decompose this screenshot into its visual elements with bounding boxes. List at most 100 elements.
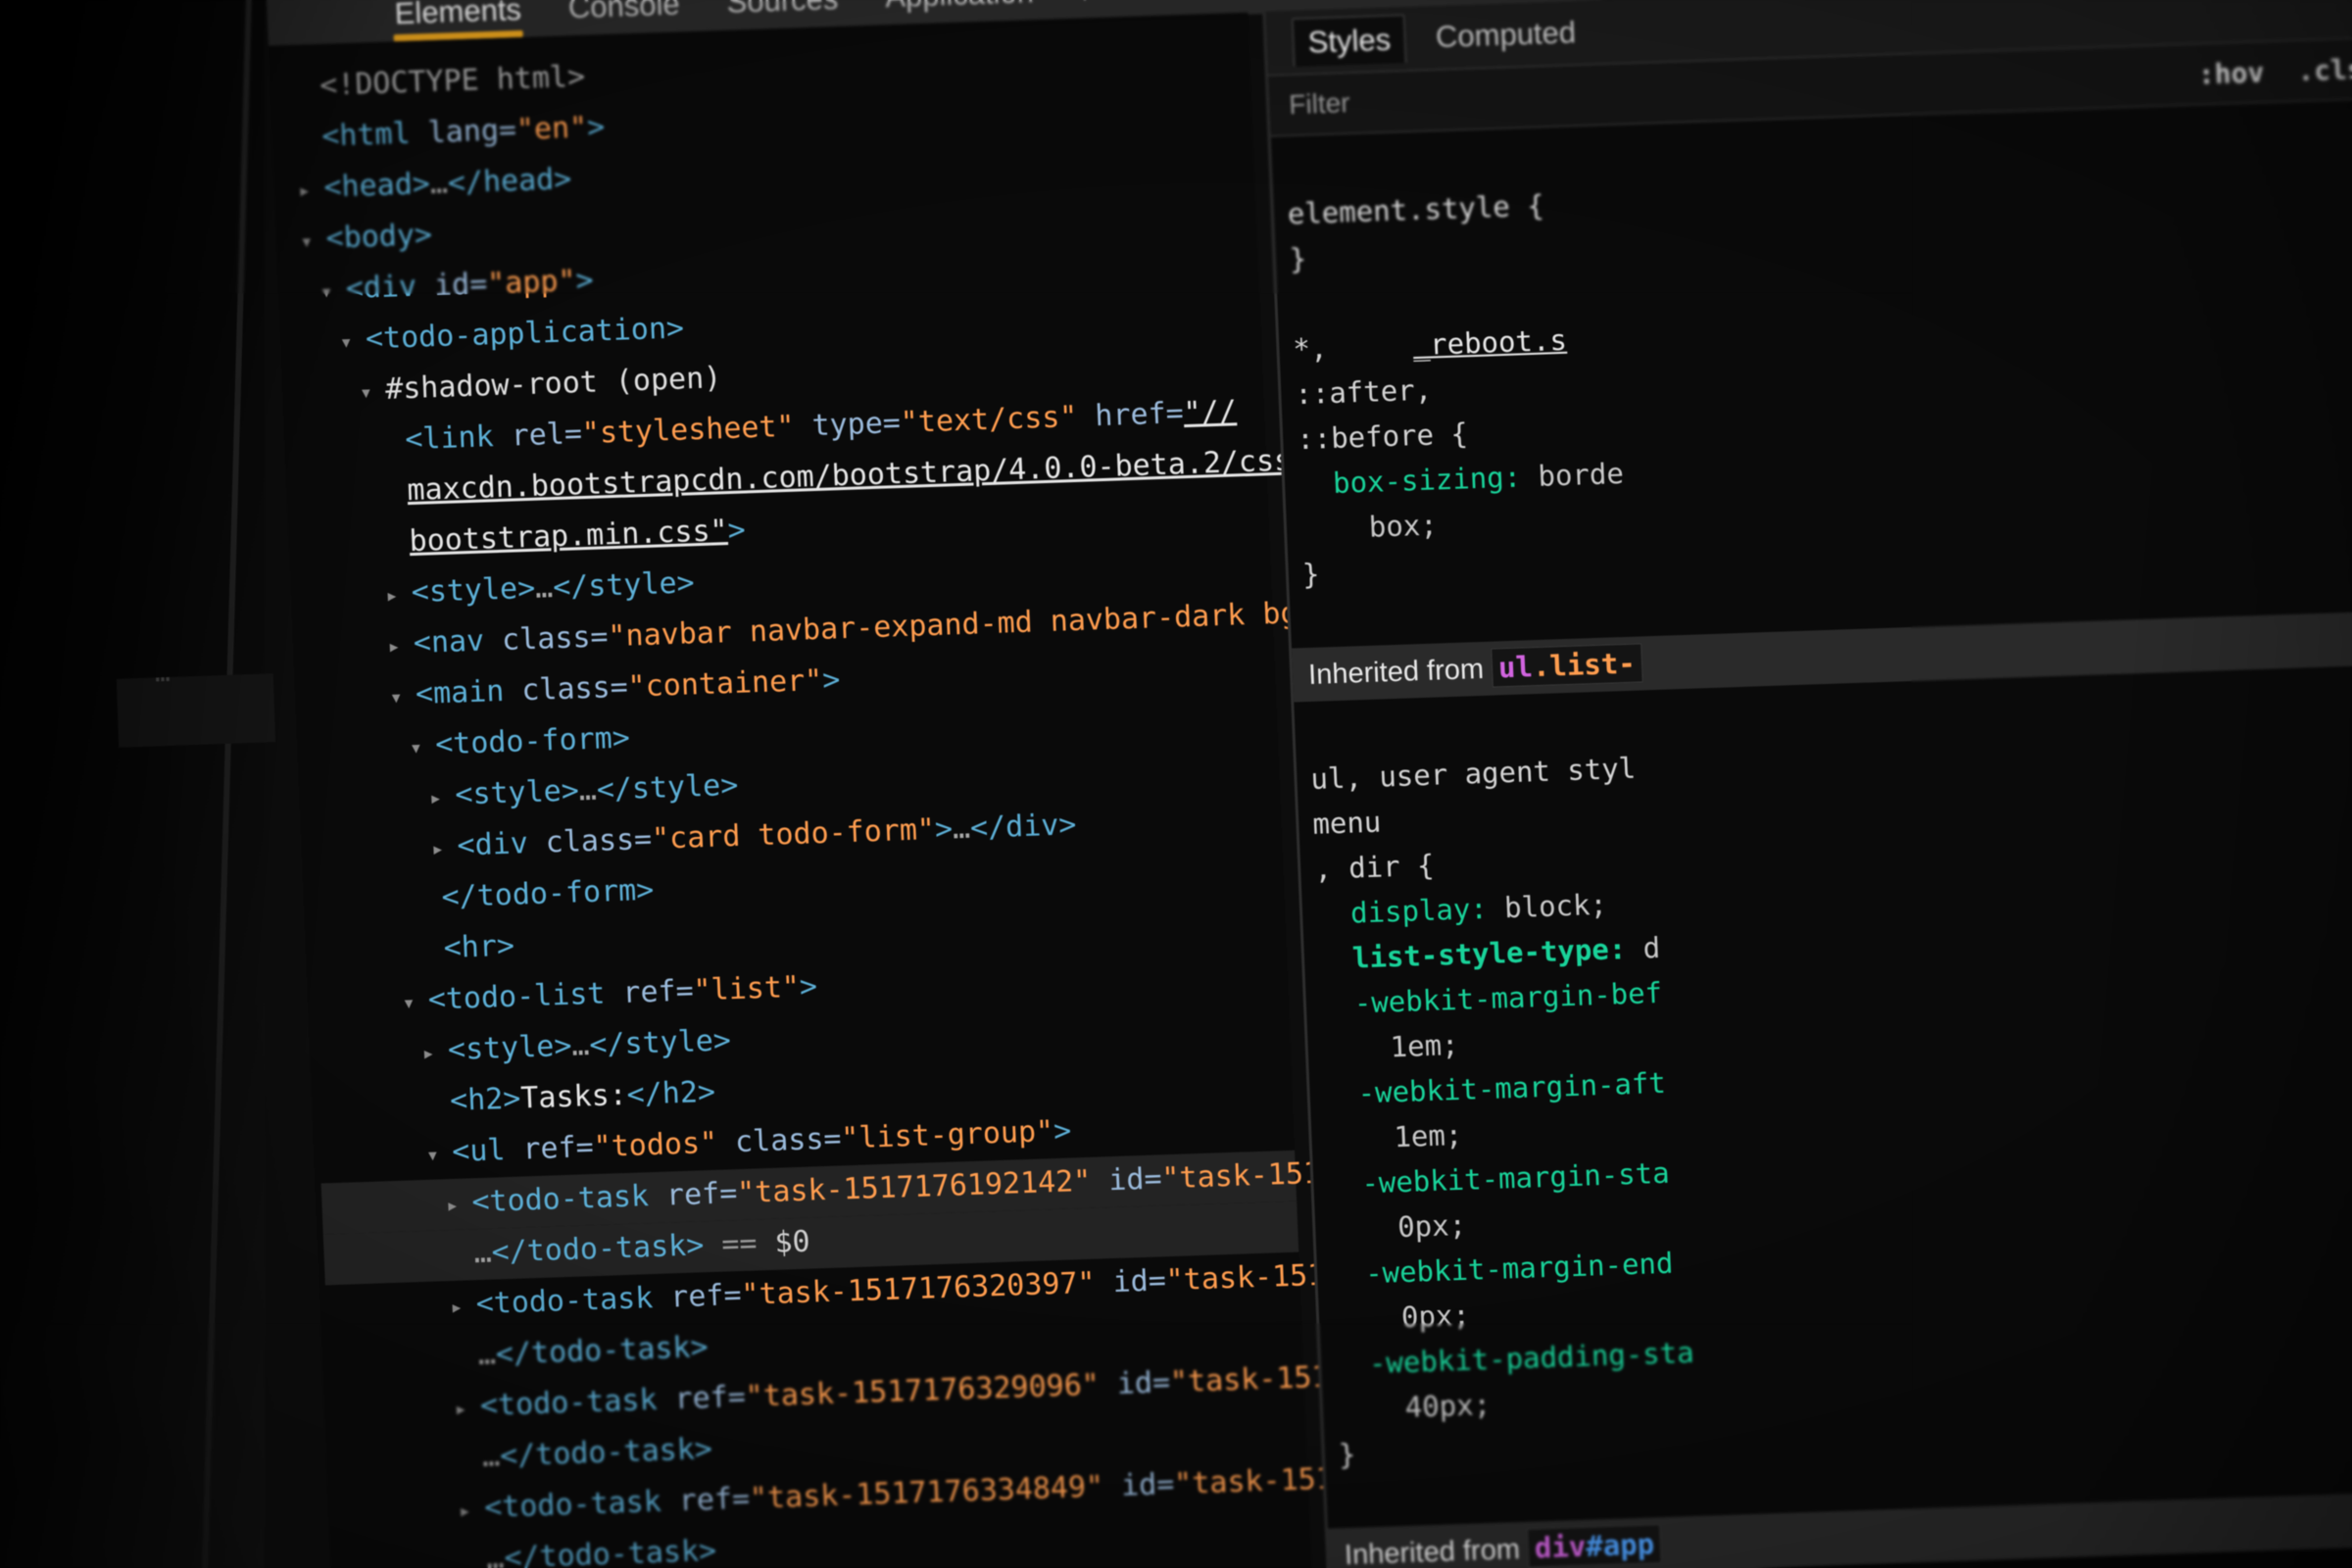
expand-triangle-open-icon[interactable]: ▾: [409, 735, 436, 760]
dom-token: "en": [515, 110, 588, 148]
dom-token: class=: [501, 619, 610, 658]
dom-token: "task-1517176334849": [749, 1469, 1104, 1516]
decl-list-style-type-prop[interactable]: list-style-type:: [1351, 932, 1627, 974]
devtools-photo: ☆ 🔒 ◿ LP Elements Console Sources Applic…: [0, 0, 2352, 1568]
tab-elements[interactable]: Elements: [394, 0, 522, 31]
ua-selector-line-1[interactable]: ul, user agent styl: [1310, 752, 1637, 796]
tab-application[interactable]: Application: [884, 0, 1034, 15]
decl-padding-start-value[interactable]: 40px;: [1404, 1388, 1492, 1424]
dom-token: </head>: [447, 162, 572, 201]
dom-token: ": [709, 514, 729, 549]
ua-selector-line-2[interactable]: menu: [1312, 806, 1382, 841]
expand-triangle-open-icon[interactable]: ▾: [300, 229, 327, 254]
rule-after-selector[interactable]: ::after,: [1295, 373, 1433, 412]
chip-class-list: .list-: [1532, 646, 1637, 684]
expand-triangle-open-icon[interactable]: ▾: [359, 380, 386, 405]
expand-triangle-open-icon[interactable]: ▾: [389, 685, 416, 710]
no-toggle-spacer: [378, 430, 406, 456]
expand-triangle-open-icon[interactable]: ▾: [339, 330, 367, 355]
force-state-button[interactable]: :hov: [2197, 56, 2265, 90]
decl-margin-after-value[interactable]: 1em;: [1394, 1118, 1463, 1153]
dom-token: >: [821, 662, 842, 698]
decl-display-value[interactable]: block;: [1487, 888, 1607, 925]
expand-triangle-closed-icon[interactable]: ▸: [298, 178, 325, 203]
dom-token: class=: [716, 1121, 843, 1160]
styles-filter-input[interactable]: Filter: [1289, 87, 1351, 121]
dom-token: "//: [1182, 394, 1238, 431]
dom-token: <div: [456, 825, 547, 863]
dom-tree[interactable]: <!DOCTYPE html> <html lang="en"> ▸ <head…: [270, 30, 1546, 1568]
no-toggle-spacer: [383, 532, 411, 558]
dom-token: <todo-application>: [365, 311, 685, 357]
expand-triangle-closed-icon[interactable]: ▸: [450, 1295, 477, 1320]
dom-token: "app": [486, 264, 577, 302]
ua-stylesheet-rule[interactable]: ul, user agent styl menu , dir { display…: [1294, 664, 2352, 1523]
rule-element-style[interactable]: element.style {: [1287, 189, 1544, 231]
tab-performance[interactable]: Performance: [1239, 0, 1414, 3]
decl-box-sizing-value[interactable]: borde: [1520, 457, 1625, 494]
dom-token: ref=: [678, 1481, 751, 1519]
overflow-dots-icon[interactable]: …: [154, 659, 173, 689]
decl-margin-before-prop[interactable]: -webkit-margin-bef: [1353, 976, 1663, 1020]
dom-token: >: [586, 110, 606, 145]
no-toggle-spacer: [416, 888, 443, 913]
tab-computed[interactable]: Computed: [1435, 15, 1576, 55]
expand-triangle-closed-icon[interactable]: ▸: [387, 634, 415, 659]
dom-token: <style>: [447, 1028, 573, 1068]
tab-network[interactable]: Network: [1080, 0, 1193, 8]
tab-styles[interactable]: Styles: [1291, 14, 1408, 68]
dom-token: id=: [1099, 1365, 1171, 1402]
dom-token: <todo-task: [470, 1178, 667, 1220]
expand-triangle-closed-icon[interactable]: ▸: [385, 583, 413, 609]
dom-token: …: [429, 166, 449, 202]
expand-triangle-closed-icon[interactable]: ▸: [454, 1396, 481, 1422]
dom-token: <head>: [322, 167, 431, 205]
rule-universal-selector[interactable]: *,: [1293, 331, 1328, 366]
decl-margin-after-prop[interactable]: -webkit-margin-aft: [1357, 1066, 1667, 1110]
inherited-selector-chip-ul[interactable]: ul.list-: [1491, 643, 1643, 688]
dom-token: <link: [404, 418, 513, 458]
decl-margin-start-prop[interactable]: -webkit-margin-sta: [1361, 1156, 1671, 1200]
rule-origin-link[interactable]: _reboot.s: [1412, 323, 1567, 362]
expand-triangle-open-icon[interactable]: ▾: [425, 1143, 453, 1167]
ua-selector-line-3[interactable]: , dir {: [1314, 849, 1436, 886]
dom-token: >: [1053, 1113, 1072, 1150]
no-toggle-spacer: [295, 127, 322, 153]
inherited-selector-chip-div[interactable]: div#app: [1527, 1524, 1662, 1568]
decl-list-style-type-value[interactable]: d: [1625, 931, 1661, 965]
rule-before-selector[interactable]: ::before {: [1297, 416, 1469, 456]
element-classes-button[interactable]: .cls: [2297, 53, 2352, 87]
styles-rules[interactable]: element.style { } *, _reboot.s ::after, …: [1271, 99, 2352, 642]
expand-triangle-closed-icon[interactable]: ▸: [431, 837, 459, 861]
dom-token: <ul: [451, 1132, 524, 1169]
inherited-label-1: Inherited from: [1307, 653, 1485, 691]
dom-token: ref=: [673, 1379, 747, 1417]
expand-triangle-closed-icon[interactable]: ▸: [421, 1041, 449, 1066]
decl-padding-start-prop[interactable]: -webkit-padding-sta: [1368, 1336, 1694, 1380]
chip-element-ul: ul: [1497, 650, 1534, 685]
decl-margin-start-value[interactable]: 0px;: [1396, 1208, 1466, 1244]
decl-margin-end-prop[interactable]: -webkit-margin-end: [1364, 1247, 1674, 1291]
expand-triangle-open-icon[interactable]: ▾: [402, 991, 429, 1015]
tab-sources[interactable]: Sources: [726, 0, 839, 21]
tab-console[interactable]: Console: [567, 0, 680, 25]
expand-triangle-closed-icon[interactable]: ▸: [458, 1498, 485, 1524]
decl-margin-before-value[interactable]: 1em;: [1390, 1028, 1459, 1063]
decl-margin-end-value[interactable]: 0px;: [1400, 1298, 1470, 1334]
decl-display-prop[interactable]: display:: [1349, 892, 1488, 930]
dom-token: …: [472, 1235, 493, 1271]
left-gutter-block: [116, 673, 276, 748]
decl-box-sizing-prop[interactable]: box-sizing:: [1332, 460, 1521, 500]
expand-triangle-closed-icon[interactable]: ▸: [446, 1193, 473, 1218]
expand-triangle-closed-icon[interactable]: ▸: [429, 786, 457, 810]
expand-triangle-open-icon[interactable]: ▾: [319, 279, 347, 305]
